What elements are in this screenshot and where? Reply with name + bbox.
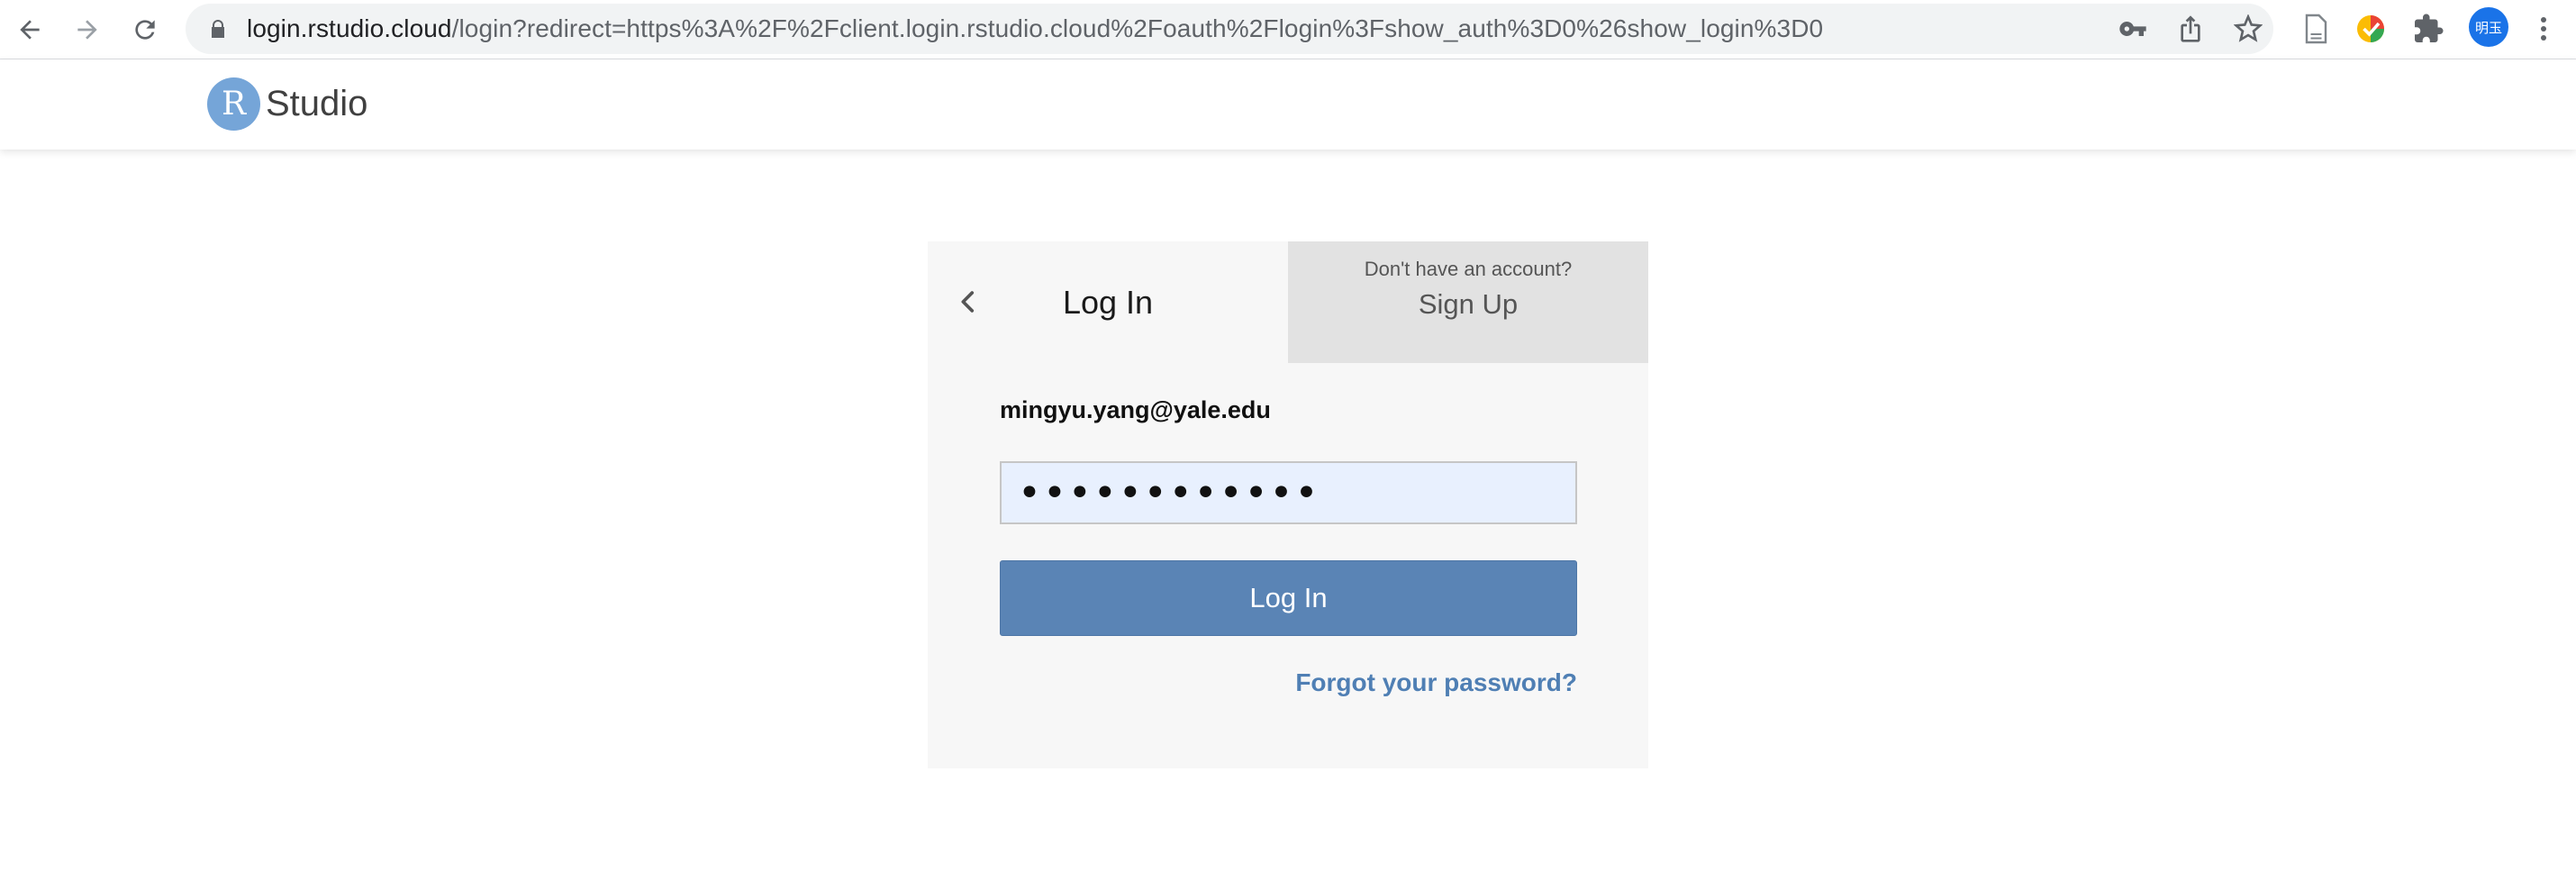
signup-hint: Don't have an account?: [1364, 258, 1573, 280]
email-display: mingyu.yang@yale.edu: [1000, 396, 1271, 423]
site-header: R Studio: [0, 59, 2576, 150]
forward-icon: [77, 20, 97, 40]
puzzle-icon[interactable]: [2412, 13, 2444, 45]
key-icon[interactable]: [2118, 14, 2147, 43]
tab-signup-label: Sign Up: [1418, 288, 1519, 320]
menu-dots-icon[interactable]: [2529, 11, 2558, 47]
password-field[interactable]: [1000, 461, 1577, 524]
auth-tabs: Log In Don't have an account? Sign Up: [928, 241, 1648, 363]
tab-login-label: Log In: [1062, 284, 1154, 321]
tab-signup[interactable]: Don't have an account? Sign Up: [1288, 241, 1648, 363]
extension-color-icon[interactable]: [2354, 13, 2387, 45]
url-host: login.rstudio.cloud: [247, 14, 452, 42]
login-card: Log In Don't have an account? Sign Up mi…: [928, 241, 1648, 768]
lock-icon[interactable]: [207, 18, 229, 40]
url-path: /login?redirect=https%3A%2F%2Fclient.log…: [451, 14, 1824, 42]
tab-login[interactable]: Log In: [928, 241, 1288, 363]
login-button[interactable]: Log In: [1000, 560, 1577, 636]
back-button[interactable]: [8, 8, 51, 51]
address-bar[interactable]: login.rstudio.cloud/login?redirect=https…: [186, 4, 2273, 54]
reload-icon: [135, 20, 155, 40]
forgot-password-link[interactable]: Forgot your password?: [1295, 668, 1577, 697]
rstudio-logo-icon[interactable]: R: [207, 77, 260, 131]
star-icon[interactable]: [2234, 14, 2263, 43]
browser-toolbar: login.rstudio.cloud/login?redirect=https…: [0, 0, 2576, 59]
url-text[interactable]: login.rstudio.cloud/login?redirect=https…: [247, 4, 1823, 54]
page-icon[interactable]: [2299, 13, 2331, 45]
share-icon[interactable]: [2176, 14, 2205, 43]
forward-button[interactable]: [66, 8, 109, 51]
reload-button[interactable]: [123, 8, 167, 51]
back-icon: [20, 20, 40, 40]
logo-text[interactable]: Studio: [266, 81, 367, 126]
profile-avatar[interactable]: 明玉: [2469, 7, 2508, 47]
